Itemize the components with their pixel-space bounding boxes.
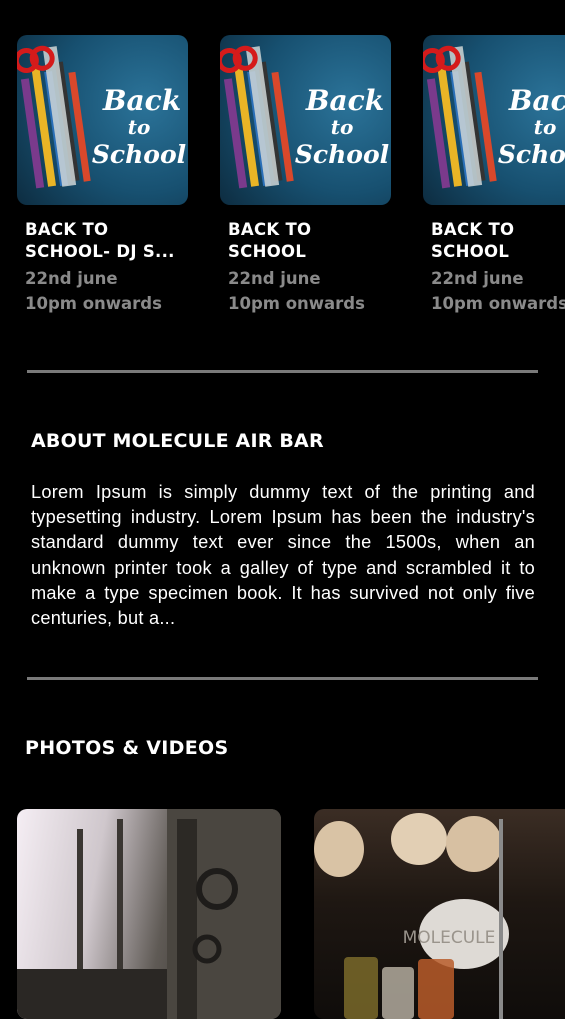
event-date: 22nd june: [431, 269, 524, 288]
thumb-line-2: to: [128, 115, 151, 139]
event-title: BACK TO SCHOOL: [431, 220, 515, 261]
photos-heading: PHOTOS & VIDEOS: [25, 737, 229, 759]
event-time: 10pm onwards: [228, 294, 365, 313]
event-title: BACK TO SCHOOL- DJ S...: [25, 220, 175, 261]
event-time: 10pm onwards: [431, 294, 565, 313]
event-date: 22nd june: [25, 269, 118, 288]
section-divider: [27, 370, 538, 373]
thumb-line-1: Back: [508, 84, 565, 117]
event-time: 10pm onwards: [25, 294, 162, 313]
event-card[interactable]: Back to School BACK TO SCHOOL 22nd june …: [423, 35, 565, 313]
event-thumbnail: Back to School: [220, 35, 391, 205]
event-card[interactable]: Back to School BACK TO SCHOOL- DJ S... 2…: [17, 35, 192, 313]
photo-thumbnail-interior[interactable]: [17, 809, 281, 1019]
thumb-line-3: School: [295, 140, 389, 169]
photo-thumbnail-food[interactable]: MOLECULE: [314, 809, 565, 1019]
thumb-line-1: Back: [305, 84, 384, 117]
thumb-line-2: to: [331, 115, 354, 139]
photo-watermark: MOLECULE: [403, 928, 496, 948]
thumb-line-1: Back: [102, 84, 181, 117]
section-divider: [27, 677, 538, 680]
thumb-line-2: to: [534, 115, 557, 139]
event-thumbnail: Back to School: [17, 35, 188, 205]
about-heading: ABOUT MOLECULE AIR BAR: [31, 430, 324, 452]
event-thumbnail: Back to School: [423, 35, 565, 205]
event-date: 22nd june: [228, 269, 321, 288]
thumb-line-3: School: [498, 140, 565, 169]
events-carousel[interactable]: Back to School BACK TO SCHOOL- DJ S... 2…: [0, 35, 565, 325]
event-title: BACK TO SCHOOL: [228, 220, 312, 261]
about-description: Lorem Ipsum is simply dummy text of the …: [31, 482, 535, 629]
event-card[interactable]: Back to School BACK TO SCHOOL 22nd june …: [220, 35, 395, 313]
thumb-line-3: School: [92, 140, 186, 169]
